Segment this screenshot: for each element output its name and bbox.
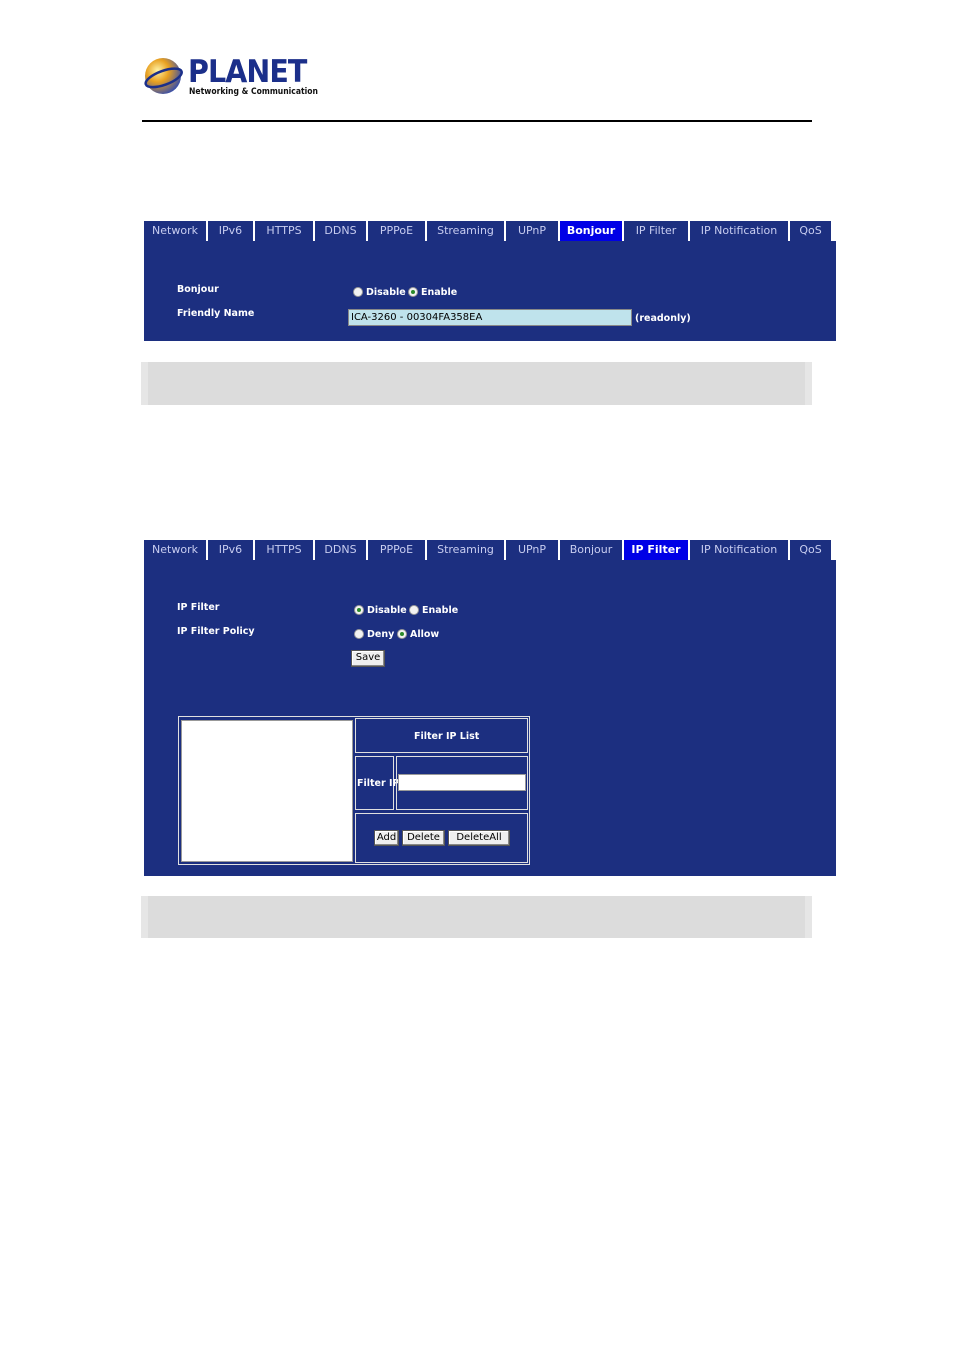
tab-ipv6[interactable]: IPv6 [208,540,253,560]
delete-button[interactable]: Delete [402,830,445,846]
tab-bonjour[interactable]: Bonjour [560,540,622,560]
tab-bar: Network IPv6 HTTPS DDNS PPPoE Streaming UPnP Bo… [144,221,836,241]
tab-qos[interactable]: QoS [790,540,831,560]
tab-ip-notification[interactable]: IP Notification [690,540,788,560]
bonjour-disable-radio[interactable] [353,287,363,297]
filter-list-header: Filter IP List [414,731,480,742]
tab-bonjour[interactable]: Bonjour [560,221,622,241]
caption-edge [141,362,148,405]
ip-filter-policy-label: IP Filter Policy [177,626,255,637]
save-button[interactable]: Save [351,650,385,667]
bonjour-label: Bonjour [177,284,219,295]
globe-icon [144,58,183,94]
ip-filter-label: IP Filter [177,602,220,613]
policy-allow-radio[interactable] [397,629,407,639]
tab-https[interactable]: HTTPS [255,221,313,241]
tab-ip-notification[interactable]: IP Notification [690,221,788,241]
tab-qos[interactable]: QoS [790,221,831,241]
tab-streaming[interactable]: Streaming [427,540,504,560]
policy-allow-label: Allow [410,629,440,640]
tab-ipv6[interactable]: IPv6 [208,221,253,241]
caption-edge [141,896,148,938]
filter-ip-label: Filter IP [357,778,400,789]
tab-streaming[interactable]: Streaming [427,221,504,241]
tab-upnp[interactable]: UPnP [506,221,558,241]
friendly-name-field[interactable]: ICA-3260 - 00304FA358EA [348,309,632,326]
tab-https[interactable]: HTTPS [255,540,313,560]
ip-filter-disable-radio[interactable] [354,605,364,615]
tab-ddns[interactable]: DDNS [315,540,366,560]
friendly-name-label: Friendly Name [177,308,255,319]
readonly-note: (readonly) [635,313,691,324]
tab-ip-filter[interactable]: IP Filter [624,540,688,560]
ip-filter-enable-label: Enable [422,605,459,616]
policy-deny-radio[interactable] [354,629,364,639]
tab-upnp[interactable]: UPnP [506,540,558,560]
tab-pppoe[interactable]: PPPoE [368,221,425,241]
bonjour-enable-label: Enable [421,287,458,298]
add-button[interactable]: Add [374,830,399,846]
tab-network[interactable]: Network [144,540,206,560]
policy-deny-label: Deny [367,629,395,640]
bonjour-settings-panel: Network IPv6 HTTPS DDNS PPPoE Streaming UPnP Bo… [144,221,836,341]
logo-tagline: Networking & Communication [189,87,318,97]
bonjour-enable-radio[interactable] [408,287,418,297]
tab-ip-filter[interactable]: IP Filter [624,221,688,241]
caption-bar-1 [141,362,812,405]
tab-pppoe[interactable]: PPPoE [368,540,425,560]
ip-filter-enable-radio[interactable] [409,605,419,615]
caption-bar-2 [141,896,812,938]
caption-edge [805,896,812,938]
tab-ddns[interactable]: DDNS [315,221,366,241]
caption-edge [805,362,812,405]
delete-all-button[interactable]: DeleteAll [448,830,510,846]
tab-bar: Network IPv6 HTTPS DDNS PPPoE Streaming UPnP Bo… [144,540,836,560]
filter-ip-listbox[interactable] [181,720,353,862]
filter-ip-input[interactable] [398,774,526,791]
planet-logo: PLANET Networking & Communication [143,54,318,100]
logo-brand: PLANET [188,54,307,90]
ip-filter-disable-label: Disable [367,605,407,616]
header-rule [142,120,812,122]
tab-network[interactable]: Network [144,221,206,241]
bonjour-disable-label: Disable [366,287,406,298]
ip-filter-settings-panel: Network IPv6 HTTPS DDNS PPPoE Streaming UPnP Bo… [144,540,836,876]
